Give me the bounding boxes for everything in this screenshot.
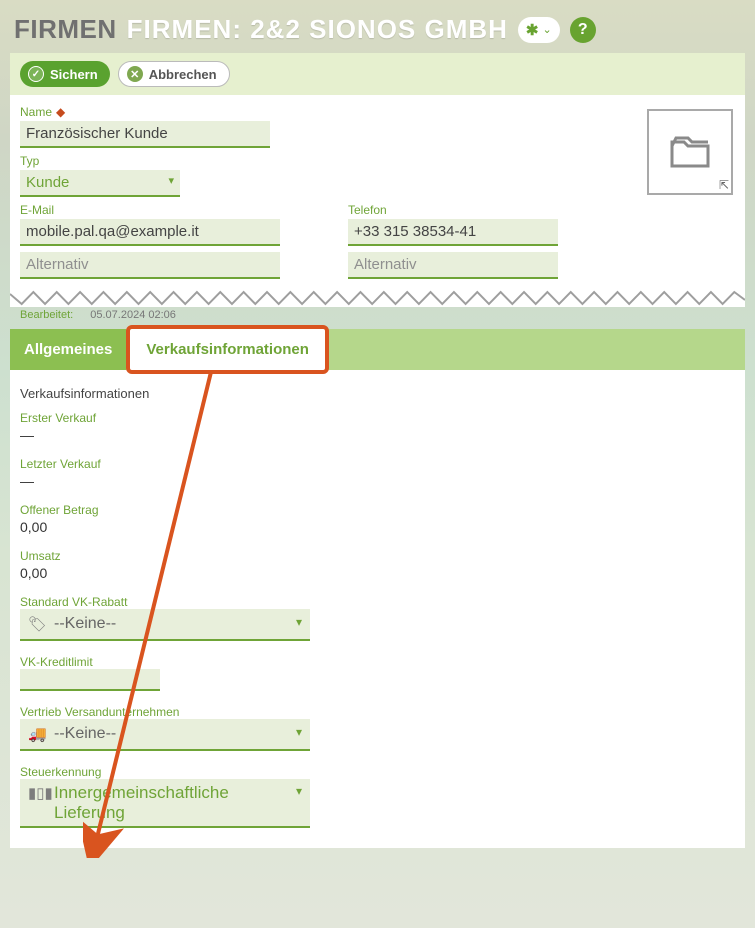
actions-menu-button[interactable]: ✱ ⌄ bbox=[518, 17, 560, 43]
shipper-select[interactable]: 🚚 --Keine-- ▾ bbox=[20, 719, 310, 751]
credit-limit-label: VK-Kreditlimit bbox=[20, 655, 735, 669]
panel-actionbar: ✓ Sichern ✕ Abbrechen bbox=[10, 53, 745, 95]
check-icon: ✓ bbox=[28, 66, 44, 82]
tab-bar: Allgemeines Verkaufsinformationen bbox=[10, 329, 745, 370]
shipper-label: Vertrieb Versandunternehmen bbox=[20, 705, 735, 719]
first-sale-label: Erster Verkauf bbox=[20, 411, 735, 425]
last-sale-label: Letzter Verkauf bbox=[20, 457, 735, 471]
email-label: E-Mail bbox=[20, 203, 320, 217]
tab-sales-highlighted[interactable]: Verkaufsinformationen bbox=[126, 325, 329, 374]
edited-value: 05.07.2024 02:06 bbox=[90, 309, 176, 321]
chevron-down-icon: ⌄ bbox=[543, 23, 552, 36]
tab-general[interactable]: Allgemeines bbox=[10, 329, 126, 370]
cancel-button-label: Abbrechen bbox=[149, 67, 217, 82]
save-button[interactable]: ✓ Sichern bbox=[20, 61, 110, 87]
folder-open-icon bbox=[666, 128, 714, 176]
tax-select[interactable]: ▮▯▮ Innergemeinschaftliche Lieferung ▾ bbox=[20, 779, 310, 828]
type-select-value: Kunde bbox=[26, 174, 69, 191]
chevron-down-icon: ▾ bbox=[296, 785, 302, 799]
std-discount-value: --Keine-- bbox=[54, 615, 116, 632]
first-sale-value: — bbox=[20, 427, 735, 443]
open-amount-label: Offener Betrag bbox=[20, 503, 735, 517]
tag-icon: 🏷 bbox=[28, 615, 47, 633]
name-label: Name◆ bbox=[20, 105, 735, 119]
image-upload-box[interactable]: ⇱ bbox=[647, 109, 733, 195]
page-title: FIRMEN: 2&2 SIONOS GMBH bbox=[127, 14, 508, 45]
tax-label: Steuerkennung bbox=[20, 765, 735, 779]
cancel-button[interactable]: ✕ Abbrechen bbox=[118, 61, 230, 87]
torn-divider bbox=[10, 285, 745, 307]
open-amount-value: 0,00 bbox=[20, 519, 735, 535]
name-input[interactable] bbox=[20, 121, 270, 148]
truck-icon: 🚚 bbox=[28, 725, 47, 743]
help-button[interactable]: ? bbox=[570, 17, 596, 43]
type-select[interactable]: Kunde ▾ bbox=[20, 170, 180, 197]
tax-value: Innergemeinschaftliche Lieferung bbox=[54, 783, 229, 822]
required-icon: ◆ bbox=[56, 105, 65, 119]
edited-label: Bearbeitet: bbox=[20, 309, 73, 321]
chevron-down-icon: ▾ bbox=[296, 725, 302, 739]
credit-limit-input[interactable] bbox=[20, 669, 160, 691]
phone-input[interactable] bbox=[348, 219, 558, 246]
breadcrumb: FIRMEN bbox=[14, 14, 117, 45]
export-icon: ⇱ bbox=[719, 178, 729, 192]
phone-alt-input[interactable]: Alternativ bbox=[348, 252, 558, 279]
std-discount-label: Standard VK-Rabatt bbox=[20, 595, 735, 609]
form-area: ⇱ Name◆ Typ Kunde ▾ E-Mail Alternativ bbox=[10, 95, 745, 285]
type-label: Typ bbox=[20, 154, 735, 168]
email-alt-input[interactable]: Alternativ bbox=[20, 252, 280, 279]
close-icon: ✕ bbox=[127, 66, 143, 82]
last-sale-value: — bbox=[20, 473, 735, 489]
gear-icon: ✱ bbox=[526, 21, 539, 39]
tab-content-sales: Verkaufsinformationen Erster Verkauf — L… bbox=[10, 370, 745, 848]
save-button-label: Sichern bbox=[50, 67, 98, 82]
edited-meta: Bearbeitet: 05.07.2024 02:06 bbox=[10, 307, 745, 327]
edit-panel: ✓ Sichern ✕ Abbrechen ⇱ Name◆ Typ Kunde bbox=[10, 53, 745, 285]
barcode-icon: ▮▯▮ bbox=[28, 785, 53, 802]
email-input[interactable] bbox=[20, 219, 280, 246]
chevron-down-icon: ▾ bbox=[296, 615, 302, 629]
question-icon: ? bbox=[578, 21, 588, 39]
revenue-value: 0,00 bbox=[20, 565, 735, 581]
shipper-value: --Keine-- bbox=[54, 725, 116, 742]
revenue-label: Umsatz bbox=[20, 549, 735, 563]
section-title: Verkaufsinformationen bbox=[20, 386, 735, 401]
std-discount-select[interactable]: 🏷 --Keine-- ▾ bbox=[20, 609, 310, 641]
chevron-down-icon: ▾ bbox=[168, 174, 174, 187]
page-header: FIRMEN FIRMEN: 2&2 SIONOS GMBH ✱ ⌄ ? bbox=[0, 0, 755, 53]
phone-label: Telefon bbox=[348, 203, 735, 217]
